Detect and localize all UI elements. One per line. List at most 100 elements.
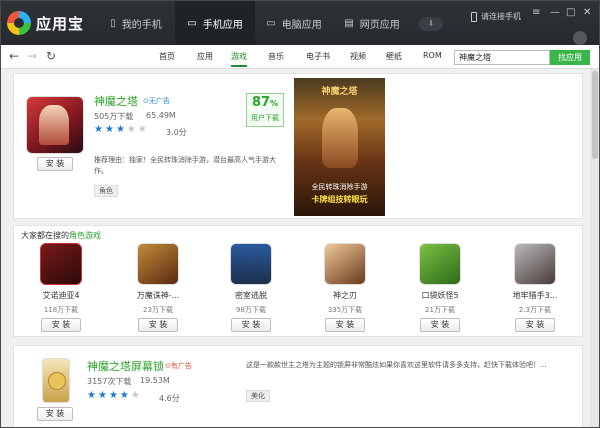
close-icon[interactable]: ✕ bbox=[583, 7, 591, 18]
related-heading: 大家都在搜的角色游戏 bbox=[21, 230, 101, 241]
bottom-rating-score: 4.6分 bbox=[159, 394, 180, 403]
app-icon[interactable] bbox=[324, 243, 366, 285]
install-button[interactable]: 安 装 bbox=[325, 318, 365, 332]
minimize-icon[interactable]: — bbox=[550, 7, 560, 18]
app-icon[interactable] bbox=[137, 243, 179, 285]
star-half-icon: ★ bbox=[130, 390, 142, 401]
featured-rating-stars: ★★★★★ bbox=[94, 124, 149, 135]
bottom-downloads: 3157次下载 bbox=[87, 377, 132, 386]
connect-phone-link[interactable]: 请连接手机 bbox=[471, 11, 521, 22]
search-button[interactable]: 找应用 bbox=[550, 50, 590, 65]
featured-downloads: 505万下载 bbox=[94, 112, 134, 121]
bottom-desc: 这是一款款世主之塔为主题的锁屏非常酷炫如果你喜欢这里软件请多多支持，赶快下载体验… bbox=[246, 361, 547, 369]
banner-title: 神魔之塔 bbox=[321, 87, 358, 97]
featured-banner-image[interactable]: 神魔之塔 全民转珠消除手游 卡牌组技转眼玩 bbox=[294, 78, 385, 216]
banner-caption: 全民转珠消除手游 bbox=[311, 183, 368, 191]
install-button[interactable]: 安 装 bbox=[420, 318, 460, 332]
refresh-icon[interactable]: ↻ bbox=[46, 49, 56, 63]
nav-item-music[interactable]: 音乐 bbox=[268, 51, 284, 62]
app-downloads: 23万下载 bbox=[143, 306, 173, 314]
app-name[interactable]: 艾诺迪亚4 bbox=[24, 290, 98, 301]
bottom-rating-stars: ★★★★★ bbox=[87, 390, 142, 401]
install-button[interactable]: 安 装 bbox=[231, 318, 271, 332]
install-button[interactable]: 安 装 bbox=[41, 318, 81, 332]
tab-label: 网页应用 bbox=[359, 19, 400, 31]
ad-label: 无广告 bbox=[148, 97, 170, 105]
banner-caption-highlight: 卡牌组技转眼玩 bbox=[311, 195, 368, 204]
related-app: 地牢猎手3... 2.3万下载 安 装 bbox=[498, 243, 572, 343]
app-icon[interactable] bbox=[230, 243, 272, 285]
nav-bar: ← → ↻ 首页 应用 游戏 音乐 电子书 视频 壁纸 ROM 神魔之塔 找应用 bbox=[1, 45, 599, 69]
tab-phone-apps[interactable]: ▭ 手机应用 bbox=[175, 1, 255, 45]
tablet-icon: ▭ bbox=[187, 17, 197, 29]
back-icon[interactable]: ← bbox=[9, 49, 19, 63]
has-ad-badge: ⊙有广告 bbox=[165, 361, 192, 371]
featured-install-button[interactable]: 安 装 bbox=[37, 157, 73, 171]
download-manager-button[interactable]: ⬇ bbox=[419, 17, 443, 31]
nav-item-ebooks[interactable]: 电子书 bbox=[306, 51, 330, 62]
bottom-app-title[interactable]: 神魔之塔屏幕锁 bbox=[87, 358, 164, 374]
menu-icon[interactable]: ≡ bbox=[532, 7, 540, 18]
search-input[interactable]: 神魔之塔 bbox=[454, 50, 550, 65]
notification-bell-icon[interactable] bbox=[573, 31, 587, 45]
scrollbar-thumb[interactable] bbox=[592, 71, 598, 159]
tab-label: 电脑应用 bbox=[281, 19, 322, 31]
featured-reason: 推荐理由：独家！全民转珠消除手游，潜台最高人气手游大作。 bbox=[94, 156, 276, 175]
maximize-icon[interactable]: □ bbox=[566, 7, 575, 18]
star-icon: ★ bbox=[108, 390, 120, 401]
favor-unit: % bbox=[270, 99, 279, 108]
star-icon: ★ bbox=[126, 124, 138, 135]
app-name[interactable]: 万魔诛神-... bbox=[121, 290, 195, 301]
nav-item-games[interactable]: 游戏 bbox=[231, 51, 247, 67]
phone-icon: ▯ bbox=[110, 17, 116, 29]
heading-prefix: 大家都在搜的 bbox=[21, 231, 69, 240]
app-icon[interactable] bbox=[40, 243, 82, 285]
tab-my-phone[interactable]: ▯ 我的手机 bbox=[97, 1, 175, 45]
download-icon: ⬇ bbox=[427, 19, 435, 28]
app-downloads: 98万下载 bbox=[236, 306, 266, 314]
app-name[interactable]: 地牢猎手3... bbox=[498, 290, 572, 301]
connect-label: 请连接手机 bbox=[481, 12, 521, 21]
bottom-install-button[interactable]: 安 装 bbox=[37, 407, 73, 421]
app-downloads: 2.3万下载 bbox=[518, 306, 552, 314]
nav-item-video[interactable]: 视频 bbox=[350, 51, 366, 62]
bottom-tag[interactable]: 美化 bbox=[246, 390, 270, 402]
app-name[interactable]: 口袋妖怪5 bbox=[403, 290, 477, 301]
app-name[interactable]: 神之刃 bbox=[308, 290, 382, 301]
related-app: 密室逃脱 98万下载 安 装 bbox=[214, 243, 288, 343]
star-icon: ★ bbox=[94, 124, 105, 135]
title-bar: 应用宝 ▯ 我的手机 ▭ 手机应用 ▭ 电脑应用 ▤ 网页应用 ⬇ 请连接手机 … bbox=[1, 1, 599, 45]
banner-figure bbox=[322, 108, 358, 168]
ad-label: 有广告 bbox=[170, 362, 192, 370]
install-button[interactable]: 安 装 bbox=[138, 318, 178, 332]
star-icon: ★ bbox=[119, 390, 131, 401]
phone-icon bbox=[471, 11, 477, 22]
tab-label: 我的手机 bbox=[121, 19, 162, 31]
forward-icon[interactable]: → bbox=[27, 49, 37, 63]
tab-label: 手机应用 bbox=[202, 19, 243, 31]
no-ad-badge: ⊙无广告 bbox=[143, 96, 170, 106]
star-icon: ★ bbox=[87, 390, 98, 401]
nav-item-home[interactable]: 首页 bbox=[159, 51, 175, 62]
heading-highlight: 角色游戏 bbox=[69, 231, 101, 240]
tab-web-apps[interactable]: ▤ 网页应用 bbox=[333, 1, 411, 45]
app-window: 应用宝 ▯ 我的手机 ▭ 手机应用 ▭ 电脑应用 ▤ 网页应用 ⬇ 请连接手机 … bbox=[1, 1, 599, 427]
bottom-app-icon[interactable] bbox=[42, 358, 70, 403]
featured-app-icon[interactable] bbox=[26, 96, 84, 154]
featured-app-title[interactable]: 神魔之塔 bbox=[94, 93, 138, 109]
tab-pc-apps[interactable]: ▭ 电脑应用 bbox=[255, 1, 333, 45]
nav-item-wallpaper[interactable]: 壁纸 bbox=[386, 51, 402, 62]
app-icon[interactable] bbox=[514, 243, 556, 285]
install-button[interactable]: 安 装 bbox=[515, 318, 555, 332]
nav-item-rom[interactable]: ROM bbox=[423, 51, 442, 60]
featured-tag[interactable]: 角色 bbox=[94, 185, 118, 197]
logo-icon bbox=[7, 11, 31, 35]
app-logo[interactable]: 应用宝 bbox=[7, 11, 84, 35]
app-icon[interactable] bbox=[419, 243, 461, 285]
featured-rating-score: 3.0分 bbox=[166, 128, 187, 137]
related-app: 神之刃 335万下载 安 装 bbox=[308, 243, 382, 343]
favor-label: 用户下载 bbox=[251, 114, 279, 122]
app-name[interactable]: 密室逃脱 bbox=[214, 290, 288, 301]
webpage-icon: ▤ bbox=[344, 17, 354, 29]
nav-item-apps[interactable]: 应用 bbox=[197, 51, 213, 62]
